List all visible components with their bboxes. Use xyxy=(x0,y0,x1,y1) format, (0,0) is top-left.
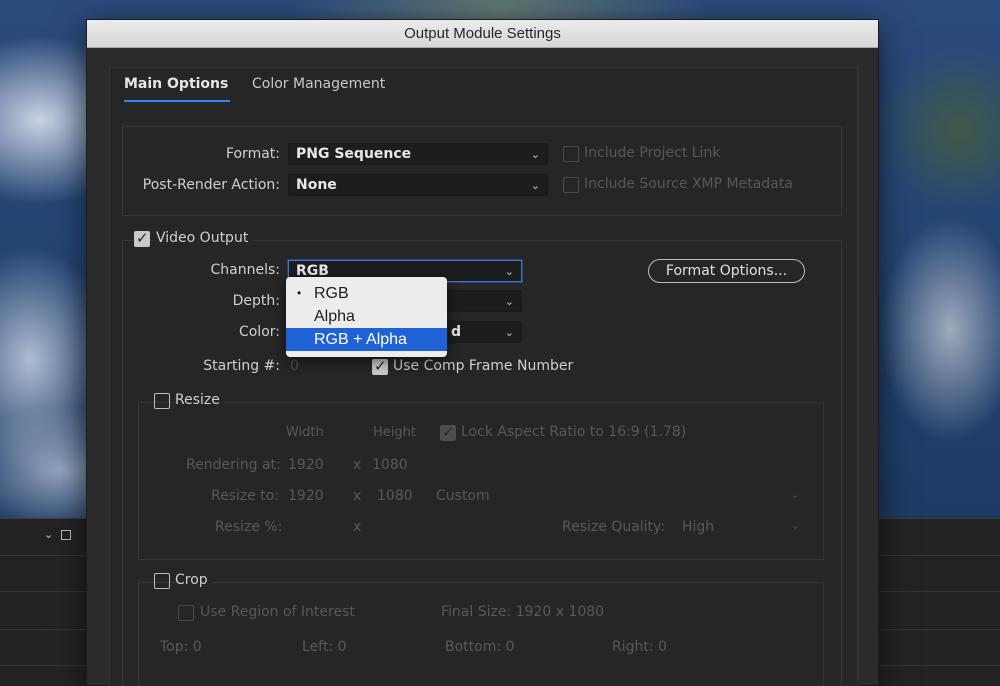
rendering-height: 1080 xyxy=(372,457,408,473)
channels-label: Channels: xyxy=(210,262,281,278)
resize-quality-label: Resize Quality: xyxy=(562,519,666,535)
format-select[interactable]: PNG Sequence ⌄ xyxy=(288,143,548,165)
toggle-box-icon[interactable] xyxy=(61,530,72,540)
use-roi-checkbox[interactable] xyxy=(178,605,194,621)
resize-quality-value: High xyxy=(682,519,715,535)
final-size: Final Size: 1920 x 1080 xyxy=(441,604,605,620)
resize-preset-value: Custom xyxy=(436,488,490,504)
post-render-select[interactable]: None ⌄ xyxy=(288,174,548,196)
chevron-down-icon: ⌄ xyxy=(504,265,514,278)
selected-bullet-icon: • xyxy=(297,286,302,300)
chevron-down-icon: ⌄ xyxy=(530,179,540,192)
resize-checkbox[interactable] xyxy=(154,393,170,409)
lock-aspect-checkbox[interactable] xyxy=(440,423,456,441)
post-render-label: Post-Render Action: xyxy=(142,177,280,193)
format-value: PNG Sequence xyxy=(296,146,412,162)
starting-number-input[interactable]: 0 xyxy=(290,358,299,374)
viewer-toolbar: ⌄ xyxy=(44,528,84,546)
chevron-down-icon: ⌄ xyxy=(790,488,800,501)
resize-quality-select[interactable]: High ⌄ xyxy=(682,519,800,539)
chevron-down-icon: ⌄ xyxy=(504,326,514,339)
use-comp-frame-label: Use Comp Frame Number xyxy=(393,358,574,374)
channels-dropdown-menu: • RGB Alpha RGB + Alpha xyxy=(286,277,447,357)
chevron-down-icon: ⌄ xyxy=(790,519,800,532)
chevron-down-icon: ⌄ xyxy=(504,295,514,308)
crop-bottom[interactable]: Bottom: 0 xyxy=(445,639,514,655)
depth-label: Depth: xyxy=(232,293,280,309)
resize-preset-select[interactable]: Custom ⌄ xyxy=(436,488,800,508)
width-header: Width xyxy=(286,425,324,440)
chevron-down-icon: ⌄ xyxy=(530,148,540,161)
crop-left[interactable]: Left: 0 xyxy=(302,639,346,655)
resize-percent-label: Resize %: xyxy=(215,519,283,535)
crop-checkbox[interactable] xyxy=(154,573,170,589)
times-sign: x xyxy=(353,457,362,473)
include-project-link-checkbox[interactable] xyxy=(563,146,579,162)
menu-item-rgb-alpha[interactable]: RGB + Alpha xyxy=(286,328,447,351)
post-render-value: None xyxy=(296,177,337,193)
menu-item-label: RGB + Alpha xyxy=(314,331,407,348)
tab-main-options[interactable]: Main Options xyxy=(124,76,231,102)
use-roi-label: Use Region of Interest xyxy=(200,604,355,620)
menu-item-label: RGB xyxy=(314,285,349,302)
lock-aspect-label: Lock Aspect Ratio to 16:9 (1.78) xyxy=(461,424,687,440)
tab-color-management[interactable]: Color Management xyxy=(252,76,385,92)
format-label: Format: xyxy=(225,146,280,162)
rendering-width: 1920 xyxy=(288,457,324,473)
crop-right[interactable]: Right: 0 xyxy=(612,639,667,655)
times-sign: x xyxy=(353,519,362,535)
color-label: Color: xyxy=(238,324,280,340)
menu-item-rgb[interactable]: • RGB xyxy=(286,282,447,305)
dialog-content: Main Options Color Management Format: PN… xyxy=(109,67,858,686)
color-value-partial: d xyxy=(451,324,462,340)
crop-section xyxy=(138,582,824,686)
format-options-button[interactable]: Format Options... xyxy=(648,259,805,283)
height-header: Height xyxy=(373,425,416,440)
resize-to-width[interactable]: 1920 xyxy=(288,488,324,504)
crop-top[interactable]: Top: 0 xyxy=(160,639,202,655)
menu-item-label: Alpha xyxy=(314,308,355,325)
crop-label: Crop xyxy=(175,572,212,588)
menu-item-alpha[interactable]: Alpha xyxy=(286,305,447,328)
video-output-label: Video Output xyxy=(156,230,253,246)
chevron-down-icon[interactable]: ⌄ xyxy=(44,528,53,541)
include-source-xmp-label: Include Source XMP Metadata xyxy=(584,176,793,192)
resize-label: Resize xyxy=(175,392,224,408)
output-module-settings-dialog: Output Module Settings Main Options Colo… xyxy=(86,19,879,686)
rendering-at-label: Rendering at: xyxy=(186,457,281,473)
starting-number-label: Starting #: xyxy=(203,358,280,374)
times-sign: x xyxy=(353,488,362,504)
include-project-link-label: Include Project Link xyxy=(584,145,721,161)
include-source-xmp-checkbox[interactable] xyxy=(563,177,579,193)
format-section xyxy=(122,126,842,216)
dialog-title: Output Module Settings xyxy=(87,20,878,48)
video-output-checkbox[interactable] xyxy=(134,229,150,247)
resize-to-label: Resize to: xyxy=(211,488,280,504)
use-comp-frame-checkbox[interactable] xyxy=(372,357,388,375)
resize-to-height[interactable]: 1080 xyxy=(377,488,413,504)
